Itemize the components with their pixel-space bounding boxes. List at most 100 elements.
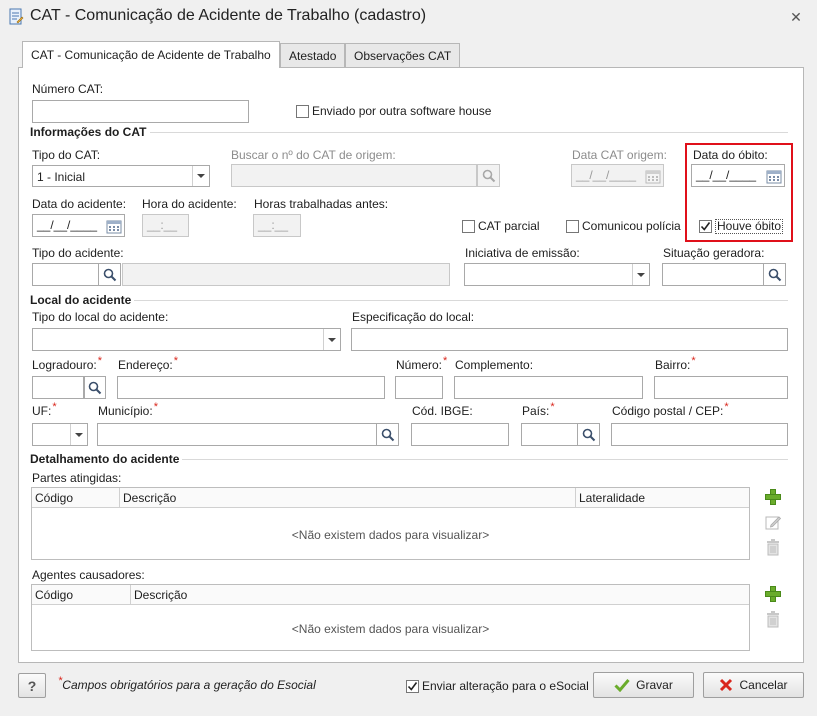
municipio-input[interactable] [97,423,377,446]
grid-column-header[interactable]: Código [35,588,73,602]
uf-select[interactable] [32,423,88,446]
tipo-acidente-search-button[interactable] [98,263,121,286]
houve-obito-label: Houve óbito [715,219,784,234]
agentes-causadores-grid[interactable]: Código Descrição <Não existem dados para… [31,584,750,651]
situacao-geradora-label: Situação geradora: [663,246,765,260]
situacao-geradora-search-button[interactable] [763,263,786,286]
tipo-acidente-description [122,263,450,286]
houve-obito-checkbox[interactable] [699,220,712,233]
search-icon [482,169,495,182]
horas-trabalhadas-input[interactable]: __:__ [253,214,301,237]
tipo-acidente-label: Tipo do acidente: [32,246,124,260]
section-info-cat: Informações do CAT [30,125,147,139]
bairro-label: Bairro:* [655,355,696,372]
buscar-origem-search-button[interactable] [477,164,500,187]
cat-parcial-label: CAT parcial [478,219,540,233]
codigo-postal-label: Código postal / CEP:* [612,401,729,418]
numero-cat-input[interactable] [32,100,249,123]
data-acidente-input[interactable]: __/__/____ [32,214,125,237]
tipo-cat-label: Tipo do CAT: [32,148,101,162]
cod-ibge-input[interactable] [411,423,509,446]
uf-label: UF:* [32,401,57,418]
endereco-label: Endereço:* [118,355,178,372]
calendar-icon[interactable] [645,169,661,184]
delete-agente-button[interactable] [762,609,784,629]
chevron-down-icon[interactable] [192,166,209,186]
enviado-software-house-label: Enviado por outra software house [312,104,492,118]
calendar-icon[interactable] [766,169,782,184]
tab-observacoes[interactable]: Observações CAT [345,43,461,68]
especificacao-local-label: Especificação do local: [352,310,475,324]
edit-parte-button[interactable] [762,512,784,532]
grid-header: Código Descrição [32,585,749,605]
numero-input[interactable] [395,376,443,399]
logradouro-input[interactable] [32,376,84,399]
gravar-label: Gravar [636,678,673,692]
iniciativa-emissao-select[interactable] [464,263,650,286]
enviar-esocial-checkbox[interactable] [406,680,419,693]
especificacao-local-input[interactable] [351,328,788,351]
endereco-input[interactable] [117,376,385,399]
add-parte-button[interactable] [762,487,784,507]
section-local-acidente: Local do acidente [30,293,132,307]
pais-input[interactable] [521,423,578,446]
form-icon [9,8,24,25]
codigo-postal-input[interactable] [611,423,788,446]
tab-cat[interactable]: CAT - Comunicação de Acidente de Trabalh… [22,41,280,68]
municipio-search-button[interactable] [376,423,399,446]
cat-parcial-checkbox[interactable] [462,220,475,233]
tipo-acidente-code-input[interactable] [32,263,99,286]
gravar-button[interactable]: Gravar [593,672,694,698]
chevron-down-icon[interactable] [323,329,340,350]
complemento-input[interactable] [454,376,643,399]
trash-icon [767,611,779,628]
pais-search-button[interactable] [577,423,600,446]
add-agente-button[interactable] [762,584,784,604]
tab-atestado[interactable]: Atestado [280,43,346,68]
add-icon [765,489,781,505]
partes-atingidas-label: Partes atingidas: [32,471,122,485]
logradouro-search-button[interactable] [84,376,106,399]
iniciativa-emissao-label: Iniciativa de emissão: [465,246,580,260]
trash-icon [767,539,779,556]
chevron-down-icon[interactable] [70,424,87,445]
data-cat-origem-input[interactable]: __/__/____ [571,164,664,187]
tipo-cat-select[interactable]: 1 - Inicial [32,165,210,187]
tipo-local-select[interactable] [32,328,341,351]
hora-acidente-input[interactable]: __:__ [142,214,189,237]
delete-parte-button[interactable] [762,537,784,557]
comunicou-policia-checkbox[interactable] [566,220,579,233]
enviado-software-house-checkbox[interactable] [296,105,309,118]
search-icon [103,268,116,281]
logradouro-label: Logradouro:* [32,355,102,372]
window-title: CAT - Comunicação de Acidente de Trabalh… [30,7,427,24]
partes-atingidas-grid[interactable]: Código Descrição Lateralidade <Não exist… [31,487,750,560]
data-obito-label: Data do óbito: [693,148,768,162]
data-cat-origem-value: __/__/____ [576,168,637,182]
edit-icon [765,516,782,530]
close-icon[interactable]: ✕ [788,9,804,25]
grid-column-header[interactable]: Código [35,491,73,505]
bairro-input[interactable] [654,376,788,399]
hora-acidente-label: Hora do acidente: [142,197,237,211]
cancelar-button[interactable]: Cancelar [703,672,804,698]
data-obito-input[interactable]: __/__/____ [691,164,785,187]
title-bar: CAT - Comunicação de Acidente de Trabalh… [0,0,817,34]
cancel-icon [720,678,733,692]
search-icon [381,428,394,441]
enviar-esocial-label: Enviar alteração para o eSocial [422,679,589,693]
buscar-origem-input[interactable] [231,164,477,187]
check-icon [614,679,630,692]
help-button[interactable]: ? [18,673,46,698]
divider [134,300,788,301]
grid-column-header[interactable]: Descrição [123,491,176,505]
situacao-geradora-input[interactable] [662,263,764,286]
numero-label: Número:* [396,355,448,372]
grid-column-header[interactable]: Lateralidade [579,491,645,505]
section-detalhamento: Detalhamento do acidente [30,452,180,466]
add-icon [765,586,781,602]
chevron-down-icon[interactable] [632,264,649,285]
calendar-icon[interactable] [106,219,122,234]
numero-cat-label: Número CAT: [32,82,104,96]
grid-column-header[interactable]: Descrição [134,588,187,602]
